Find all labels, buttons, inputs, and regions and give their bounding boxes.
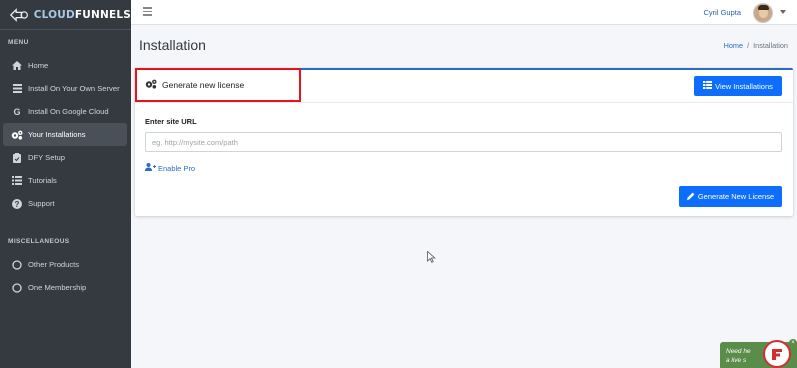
mouse-cursor-icon	[427, 251, 436, 263]
sidebar-item-label: Your Installations	[28, 130, 86, 139]
google-icon: G	[13, 106, 21, 117]
circle-icon	[11, 259, 23, 270]
sidebar-item-home[interactable]: Home	[0, 54, 127, 77]
sidebar-item-one-membership[interactable]: One Membership	[0, 276, 127, 299]
site-url-input[interactable]	[145, 132, 782, 152]
sidebar-item-tutorials[interactable]: Tutorials	[0, 169, 127, 192]
sidebar-item-label: Install On Google Cloud	[28, 107, 109, 116]
sidebar-item-label: Tutorials	[28, 176, 57, 185]
sidebar-item-label: Home	[28, 61, 49, 70]
avatar[interactable]	[753, 3, 773, 23]
chat-widget[interactable]: Need he a live s ×	[720, 339, 797, 368]
breadcrumb-separator: /	[747, 41, 750, 50]
circle-icon	[11, 282, 23, 293]
topbar: Cyril Gupta	[131, 0, 797, 25]
annotation-highlight-box	[135, 68, 301, 102]
sidebar-item-label: Other Products	[28, 260, 80, 269]
breadcrumb-home-link[interactable]: Home	[724, 41, 743, 50]
clipboard-icon	[11, 152, 23, 163]
license-card: Generate new license View Installations …	[135, 68, 793, 216]
user-plus-icon	[145, 163, 156, 173]
site-url-label: Enter site URL	[145, 117, 197, 126]
server-icon	[11, 84, 23, 94]
close-icon[interactable]: ×	[789, 339, 797, 347]
list-icon	[11, 176, 23, 186]
sidebar-item-install-own-server[interactable]: Install On Your Own Server	[0, 77, 127, 100]
nav-header-menu: MENU	[8, 39, 29, 46]
breadcrumb: Home / Installation	[724, 41, 788, 50]
brand[interactable]: CLOUDFUNNELS	[0, 0, 131, 30]
chat-widget-text: Need he a live s	[726, 348, 751, 364]
enable-pro-link[interactable]: Enable Pro	[145, 163, 195, 173]
sidebar-item-other-products[interactable]: Other Products	[0, 253, 127, 276]
enable-pro-label: Enable Pro	[158, 163, 196, 173]
table-icon	[703, 81, 713, 91]
sidebar-item-label: DFY Setup	[28, 153, 66, 162]
breadcrumb-current: Installation	[753, 41, 788, 50]
card-header: Generate new license View Installations	[135, 68, 793, 103]
user-name[interactable]: Cyril Gupta	[703, 8, 741, 17]
sidebar-item-dfy-setup[interactable]: DFY Setup	[0, 146, 127, 169]
view-installations-button[interactable]: View Installations	[694, 76, 782, 96]
svg-text:?: ?	[15, 200, 20, 209]
brand-name: CLOUDFUNNELS	[33, 8, 131, 21]
chevron-down-icon[interactable]	[780, 10, 786, 14]
sidebar-item-label: Install On Your Own Server	[28, 84, 120, 93]
generate-new-license-button[interactable]: Generate New License	[679, 186, 782, 207]
pencil-icon	[686, 192, 695, 202]
sidebar-item-install-google-cloud[interactable]: G Install On Google Cloud	[0, 100, 127, 123]
view-installations-label: View Installations	[715, 81, 773, 91]
chat-logo-icon[interactable]	[763, 340, 791, 368]
page-title: Installation	[139, 37, 206, 53]
sidebar-item-label: Support	[28, 199, 55, 208]
cogs-icon	[11, 130, 23, 140]
cloudfunnels-logo-icon	[9, 7, 28, 22]
sidebar: CLOUDFUNNELS MENU Home Install On Your O…	[0, 0, 131, 368]
sidebar-item-label: One Membership	[28, 283, 87, 292]
hamburger-menu-icon[interactable]	[143, 7, 152, 16]
home-icon	[11, 61, 23, 71]
generate-new-license-label: Generate New License	[697, 192, 775, 201]
nav-header-miscellaneous: MISCELLANEOUS	[8, 238, 70, 245]
sidebar-item-support[interactable]: ? Support	[0, 192, 127, 215]
sidebar-item-your-installations[interactable]: Your Installations	[3, 123, 127, 146]
question-icon: ?	[11, 198, 23, 209]
